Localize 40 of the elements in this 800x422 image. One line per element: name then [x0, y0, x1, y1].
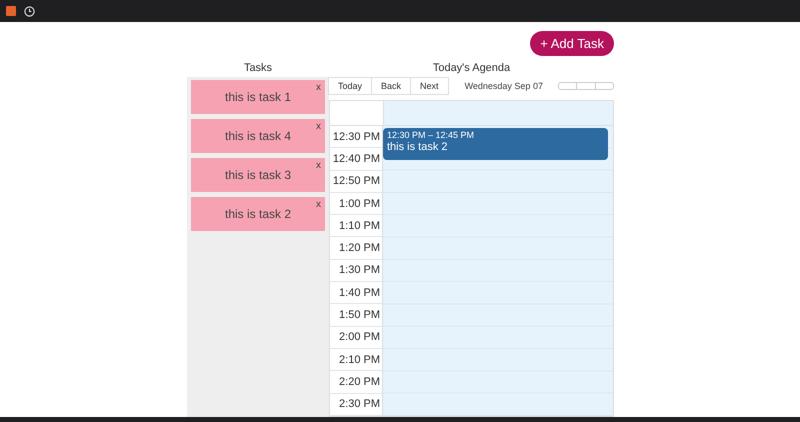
task-card[interactable]: this is task 3 x: [191, 158, 325, 192]
nav-button[interactable]: Back: [371, 77, 412, 95]
time-label: 1:40 PM: [330, 282, 383, 304]
all-day-row[interactable]: [384, 101, 613, 125]
time-label: 1:00 PM: [330, 192, 383, 216]
agenda-title: Today's Agenda: [432, 62, 512, 76]
time-label: 12:40 PM: [330, 148, 383, 171]
task-label: this is task 4: [224, 129, 292, 143]
remove-button[interactable]: x: [316, 121, 321, 132]
event-title: this is task 2: [387, 141, 449, 153]
tasks-title: Tasks: [242, 62, 274, 76]
time-label: 2:00 PM: [330, 326, 383, 349]
event-block[interactable]: 12:30 PM – 12:45 PM this is task 2: [383, 128, 608, 160]
app-logo-icon[interactable]: [6, 6, 16, 16]
task-label: this is task 1: [224, 90, 292, 104]
remove-button[interactable]: x: [316, 199, 321, 210]
task-label: this is task 2: [224, 207, 292, 221]
task-label: this is task 3: [224, 168, 292, 182]
task-card[interactable]: this is task 4 x: [191, 119, 325, 153]
nav-button[interactable]: Next: [410, 77, 449, 95]
time-label: 2:20 PM: [330, 371, 383, 394]
time-label: 12:30 PM: [330, 126, 383, 148]
view-switcher[interactable]: [558, 82, 614, 90]
clock-icon[interactable]: [24, 6, 35, 16]
task-card[interactable]: this is task 2 x: [191, 197, 325, 231]
event-time: 12:30 PM – 12:45 PM: [387, 130, 476, 140]
time-label: 2:30 PM: [330, 394, 383, 416]
time-label: 1:20 PM: [330, 237, 383, 260]
time-label: 1:30 PM: [330, 260, 383, 282]
date-label: Wednesday Sep 07: [464, 81, 544, 91]
nav-button[interactable]: Today: [328, 77, 372, 95]
day-column[interactable]: 12:30 PM – 12:45 PM this is task 2: [383, 126, 613, 416]
add-task-button[interactable]: + Add Task: [530, 31, 614, 56]
task-card[interactable]: this is task 1 x: [191, 80, 325, 114]
time-label: 1:10 PM: [330, 215, 383, 238]
time-label: 2:10 PM: [330, 348, 383, 372]
remove-button[interactable]: x: [316, 160, 321, 171]
time-label: 12:50 PM: [330, 170, 383, 193]
time-label: 1:50 PM: [330, 304, 383, 327]
remove-button[interactable]: x: [316, 82, 321, 93]
